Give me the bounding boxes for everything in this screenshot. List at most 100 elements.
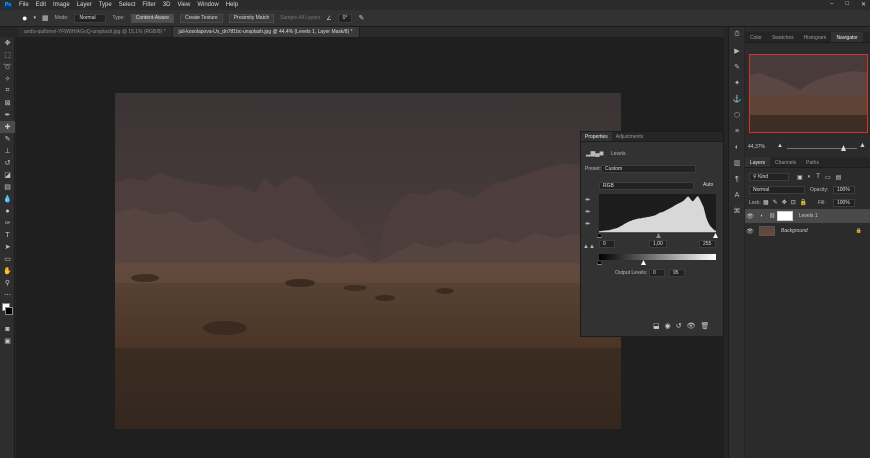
menu-help[interactable]: Help <box>226 2 238 8</box>
navigator-thumbnail[interactable] <box>749 54 868 133</box>
tab-adjustments[interactable]: Adjustments <box>612 132 648 141</box>
menu-window[interactable]: Window <box>197 2 218 8</box>
quick-mask-icon[interactable]: ◙ <box>0 323 15 335</box>
tab-properties[interactable]: Properties <box>581 132 612 141</box>
fill-field[interactable]: 100% <box>833 199 855 207</box>
reset-icon[interactable]: ↺ <box>676 322 682 330</box>
path-selection-icon[interactable]: ➤ <box>0 241 15 253</box>
lock-pixels-icon[interactable]: ▦ <box>763 199 769 206</box>
angle-field[interactable]: 0° <box>337 13 353 23</box>
mode-select[interactable]: Normal <box>74 13 107 23</box>
filter-pixel-icon[interactable]: ▣ <box>797 174 803 181</box>
close-button[interactable]: ✕ <box>861 1 866 8</box>
menu-layer[interactable]: Layer <box>77 2 92 8</box>
lasso-tool-icon[interactable]: ➰ <box>0 61 15 73</box>
clone-source-icon[interactable]: ⚓ <box>729 91 745 107</box>
layer-name[interactable]: Background <box>781 228 808 234</box>
history-brush-icon[interactable]: ↺ <box>0 157 15 169</box>
tab-channels[interactable]: Channels <box>770 157 801 167</box>
input-white-field[interactable]: 255 <box>699 240 716 248</box>
output-black-slider[interactable] <box>597 260 602 265</box>
history-icon[interactable]: ⏱ <box>729 27 745 43</box>
filter-shape-icon[interactable]: ▭ <box>825 174 831 181</box>
lock-position-icon[interactable]: ✥ <box>782 199 787 206</box>
more-tools-icon[interactable]: ⋯ <box>0 289 15 301</box>
brush-settings-icon[interactable]: ✎ <box>729 59 745 75</box>
layer-name[interactable]: Levels 1 <box>799 213 818 219</box>
dodge-tool-icon[interactable]: ● <box>0 205 15 217</box>
input-gamma-field[interactable]: 1,00 <box>649 240 667 248</box>
auto-button[interactable]: Auto <box>703 182 713 188</box>
layer-filter-select[interactable]: ⚲ Kind <box>749 173 789 181</box>
hand-tool-icon[interactable]: ✋ <box>0 265 15 277</box>
pressure-icon[interactable]: ✎ <box>358 14 364 22</box>
brush-tool-icon[interactable]: ✎ <box>0 133 15 145</box>
eyedropper-gray-icon[interactable]: ✒ <box>585 208 591 216</box>
content-aware-button[interactable]: Content-Aware <box>130 13 174 23</box>
visibility-icon[interactable]: 👁 <box>687 322 696 330</box>
healing-brush-icon[interactable]: ✚ <box>0 121 15 133</box>
navigator-zoom[interactable]: 44,37% <box>748 144 765 150</box>
menu-file[interactable]: File <box>19 2 29 8</box>
create-texture-button[interactable]: Create Texture <box>179 13 223 23</box>
eraser-tool-icon[interactable]: ◪ <box>0 169 15 181</box>
crop-tool-icon[interactable]: ⌗ <box>0 85 15 97</box>
menu-select[interactable]: Select <box>119 2 136 8</box>
tab-navigator[interactable]: Navigator <box>831 32 863 42</box>
menu-edit[interactable]: Edit <box>36 2 46 8</box>
menu-filter[interactable]: Filter <box>142 2 155 8</box>
zoom-tool-icon[interactable]: ⚲ <box>0 277 15 289</box>
minimize-button[interactable]: – <box>830 1 833 8</box>
visibility-eye-icon[interactable]: 👁 <box>745 213 755 220</box>
libraries-icon[interactable]: ▥ <box>729 155 745 171</box>
zoom-in-icon[interactable]: ▲ <box>859 142 866 149</box>
menu-view[interactable]: View <box>177 2 190 8</box>
proximity-match-button[interactable]: Proximity Match <box>228 13 275 23</box>
menu-type[interactable]: Type <box>99 2 112 8</box>
tab-swatches[interactable]: Swatches <box>767 32 799 42</box>
character-icon[interactable]: A <box>729 187 745 203</box>
frame-tool-icon[interactable]: ⊠ <box>0 97 15 109</box>
background-thumbnail[interactable] <box>759 226 775 236</box>
chevron-down-icon[interactable]: ▾ <box>33 15 36 21</box>
filter-adjustment-icon[interactable]: ◐ <box>808 174 812 181</box>
document-tab-2[interactable]: juli-kosolapova-Ux_dn7tf1bc-unsplash.jpg… <box>172 27 360 37</box>
eyedropper-tool-icon[interactable]: ✒ <box>0 109 15 121</box>
paragraph-icon[interactable]: ¶ <box>729 171 745 187</box>
eyedropper-black-icon[interactable]: ✒ <box>585 196 591 204</box>
input-white-slider[interactable] <box>713 233 718 238</box>
brush-settings-icon[interactable]: ▦ <box>42 14 49 22</box>
visibility-eye-icon[interactable]: 👁 <box>745 228 755 235</box>
document-tab-1[interactable]: andis-quilbmel-YFW8HIAGoQ-unsplash.jpg @… <box>18 27 173 37</box>
filter-type-icon[interactable]: T <box>816 174 820 181</box>
pen-tool-icon[interactable]: ✑ <box>0 217 15 229</box>
menu-3d[interactable]: 3D <box>163 2 171 8</box>
navigator-slider-track[interactable] <box>787 148 857 149</box>
opacity-field[interactable]: 100% <box>833 186 855 194</box>
brushes-icon[interactable]: ✦ <box>729 75 745 91</box>
gradient-tool-icon[interactable]: ▤ <box>0 181 15 193</box>
blend-mode-select[interactable]: Normal <box>749 186 805 194</box>
brush-preset-icon[interactable]: ● <box>22 13 27 23</box>
tab-layers[interactable]: Layers <box>745 157 771 167</box>
sample-all-layers-checkbox[interactable]: Sample All Layers <box>280 15 320 21</box>
tab-histogram[interactable]: Histogram <box>799 32 832 42</box>
eyedropper-white-icon[interactable]: ✒ <box>585 220 591 228</box>
3d-icon[interactable]: ⬡ <box>729 107 745 123</box>
mask-icon[interactable]: ◼ <box>599 150 604 157</box>
input-black-field[interactable]: 0 <box>599 240 615 248</box>
layer-row-background[interactable]: 👁 Background 🔒 <box>745 224 870 238</box>
link-icon[interactable]: ⛓ <box>769 213 777 219</box>
channel-select[interactable]: RGB <box>599 182 694 190</box>
adjustments-icon[interactable]: ◐ <box>729 139 745 155</box>
output-black-field[interactable]: 0 <box>649 269 665 277</box>
move-tool-icon[interactable]: ✥ <box>0 37 15 49</box>
magic-wand-icon[interactable]: ✧ <box>0 73 15 85</box>
input-gray-slider[interactable] <box>656 233 661 238</box>
filter-smart-icon[interactable]: ▤ <box>836 174 842 181</box>
clip-to-layer-icon[interactable]: ⬓ <box>653 322 660 330</box>
maximize-button[interactable]: □ <box>845 1 849 8</box>
zoom-out-icon[interactable]: ▲ <box>777 143 783 149</box>
lock-all-icon[interactable]: 🔒 <box>800 199 807 206</box>
marquee-tool-icon[interactable]: ⬚ <box>0 49 15 61</box>
